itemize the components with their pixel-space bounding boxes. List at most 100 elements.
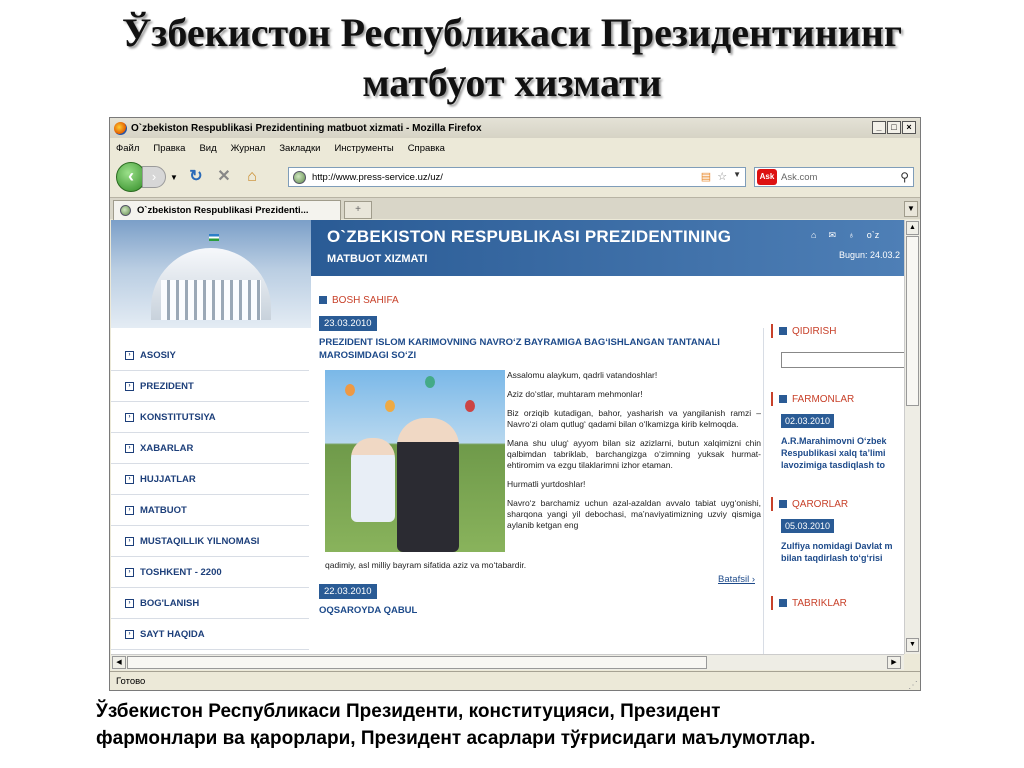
nav-item-matbuot[interactable]: › MATBUOT bbox=[111, 495, 309, 526]
person-figure bbox=[397, 418, 459, 552]
resize-grip-icon[interactable]: ⋰ bbox=[908, 676, 918, 690]
farmonlar-line[interactable]: Respublikasi xalq ta’limi bbox=[781, 447, 904, 459]
url-dropdown-icon[interactable]: ▼ bbox=[733, 170, 741, 183]
home-icon[interactable]: ⌂ bbox=[811, 230, 816, 241]
reload-icon[interactable]: ↻ bbox=[184, 166, 208, 188]
nav-item-boglanish[interactable]: › BOG'LANISH bbox=[111, 588, 309, 619]
nav-label[interactable]: PREZIDENT bbox=[140, 381, 194, 392]
menu-bar: Файл Правка Вид Журнал Закладки Инструме… bbox=[110, 139, 920, 157]
tab-active[interactable]: O`zbekiston Respublikasi Prezidenti... bbox=[113, 200, 341, 220]
tab-bar: O`zbekiston Respublikasi Prezidenti... +… bbox=[110, 197, 920, 220]
horizontal-scrollbar[interactable]: ◀ ▶ bbox=[111, 654, 904, 670]
menu-bookmarks[interactable]: Закладки bbox=[279, 143, 320, 154]
close-button[interactable]: × bbox=[902, 121, 916, 134]
nav-item-toshkent[interactable]: › TOSHKENT - 2200 bbox=[111, 557, 309, 588]
nav-label[interactable]: HUJJATLAR bbox=[140, 474, 196, 485]
farmonlar-link[interactable]: A.R.Marahimovni O‘zbek Respublikasi xalq… bbox=[781, 435, 904, 471]
farmonlar-line[interactable]: lavozimiga tasdiqlash to bbox=[781, 459, 904, 471]
arrow-icon: › bbox=[125, 474, 134, 484]
menu-tools[interactable]: Инструменты bbox=[334, 143, 393, 154]
palace-image bbox=[111, 220, 311, 328]
qarorlar-line[interactable]: bilan taqdirlash to‘g‘risi bbox=[781, 552, 904, 564]
child-figure bbox=[351, 438, 395, 522]
section-label[interactable]: TABRIKLAR bbox=[792, 598, 847, 609]
nav-label[interactable]: MUSTAQILLIK YILNOMASI bbox=[140, 536, 259, 547]
vertical-scroll-thumb[interactable] bbox=[906, 236, 919, 406]
site-search-input[interactable] bbox=[781, 352, 904, 368]
new-tab-button[interactable]: + bbox=[344, 201, 372, 219]
tab-favicon-icon bbox=[120, 205, 131, 216]
news-headline[interactable]: OQSAROYDA QABUL bbox=[319, 604, 759, 617]
window-title: O`zbekiston Respublikasi Prezidentining … bbox=[131, 122, 482, 134]
nav-label[interactable]: MATBUOT bbox=[140, 505, 187, 516]
balloon-shape bbox=[465, 400, 475, 412]
nav-label[interactable]: XABARLAR bbox=[140, 443, 193, 454]
stop-icon[interactable]: ✕ bbox=[212, 166, 236, 188]
scroll-right-arrow[interactable]: ▶ bbox=[887, 656, 901, 669]
arrow-icon: › bbox=[125, 598, 134, 608]
nav-item-sayt-haqida[interactable]: › SAYT HAQIDA bbox=[111, 619, 309, 650]
menu-edit[interactable]: Правка bbox=[153, 143, 185, 154]
history-dropdown-icon[interactable]: ▼ bbox=[170, 173, 178, 182]
home-icon[interactable]: ⌂ bbox=[240, 166, 264, 188]
vertical-scrollbar[interactable]: ▲ ▼ bbox=[904, 220, 920, 654]
search-icon[interactable]: ⚲ bbox=[900, 170, 909, 184]
arrow-icon: › bbox=[125, 443, 134, 453]
main-column: BOSH SAHIFA 23.03.2010 PREZIDENT ISLOM K… bbox=[319, 284, 761, 617]
qarorlar-date: 05.03.2010 bbox=[781, 519, 835, 533]
farmonlar-date: 02.03.2010 bbox=[781, 414, 835, 428]
farmonlar-line[interactable]: A.R.Marahimovni O‘zbek bbox=[781, 435, 904, 447]
news-headline[interactable]: PREZIDENT ISLOM KARIMOVNING NAVRO‘Z BAYR… bbox=[319, 336, 759, 362]
slide-caption: Ўзбекистон Республикаси Президенти, конс… bbox=[96, 698, 976, 752]
nav-item-prezident[interactable]: › PREZIDENT bbox=[111, 371, 309, 402]
forward-button[interactable]: › bbox=[142, 166, 166, 188]
search-input[interactable]: Ask.com bbox=[781, 172, 817, 183]
url-bar[interactable]: http://www.press-service.uz/uz/ ▤ ☆ ▼ bbox=[288, 167, 746, 187]
menu-file[interactable]: Файл bbox=[116, 143, 139, 154]
section-label[interactable]: QARORLAR bbox=[792, 499, 848, 510]
qarorlar-link[interactable]: Zulfiya nomidagi Davlat m bilan taqdirla… bbox=[781, 540, 904, 564]
nav-label[interactable]: KONSTITUTSIYA bbox=[140, 412, 216, 423]
nav-item-konstitutsiya[interactable]: › KONSTITUTSIYA bbox=[111, 402, 309, 433]
ask-engine-icon[interactable]: Ask bbox=[757, 169, 777, 185]
nav-item-hujjatlar[interactable]: › HUJJATLAR bbox=[111, 464, 309, 495]
tab-list-dropdown[interactable]: ▼ bbox=[904, 201, 918, 217]
mail-icon[interactable]: ✉ bbox=[828, 230, 836, 241]
nav-item-xabarlar[interactable]: › XABARLAR bbox=[111, 433, 309, 464]
nav-label[interactable]: ASOSIY bbox=[140, 350, 176, 361]
nav-label[interactable]: TOSHKENT - 2200 bbox=[140, 567, 222, 578]
minimize-button[interactable]: _ bbox=[872, 121, 886, 134]
menu-history[interactable]: Журнал bbox=[231, 143, 266, 154]
nav-label[interactable]: SAYT HAQIDA bbox=[140, 629, 205, 640]
nav-item-mustaqillik[interactable]: › MUSTAQILLIK YILNOMASI bbox=[111, 526, 309, 557]
firefox-window: O`zbekiston Respublikasi Prezidentining … bbox=[109, 117, 921, 691]
horizontal-scroll-thumb[interactable] bbox=[127, 656, 707, 669]
bookmark-star-icon[interactable]: ☆ bbox=[717, 170, 727, 183]
breadcrumb-label[interactable]: BOSH SAHIFA bbox=[332, 295, 399, 306]
square-icon bbox=[779, 599, 787, 607]
qarorlar-line[interactable]: Zulfiya nomidagi Davlat m bbox=[781, 540, 904, 552]
section-label[interactable]: FARMONLAR bbox=[792, 394, 854, 405]
scroll-up-arrow[interactable]: ▲ bbox=[906, 221, 919, 235]
news-paragraph-tail: qadimiy, asl milliy bayram sifatida aziz… bbox=[325, 560, 527, 570]
menu-view[interactable]: Вид bbox=[199, 143, 216, 154]
lang-switch[interactable]: o`z bbox=[867, 230, 880, 241]
site-identity-icon[interactable] bbox=[293, 170, 306, 184]
tabriklar-section-title: TABRIKLAR bbox=[771, 596, 904, 610]
status-text: Готово bbox=[116, 676, 146, 687]
slide-title: Ўзбекистон Республикаси Президентининг м… bbox=[40, 8, 984, 108]
read-more-link[interactable]: Batafsil › bbox=[718, 574, 755, 585]
menu-help[interactable]: Справка bbox=[408, 143, 445, 154]
sitemap-icon[interactable]: ♁ bbox=[848, 230, 855, 241]
news-paragraph: Aziz do‘stlar, muhtaram mehmonlar! bbox=[507, 389, 643, 399]
tab-label[interactable]: O`zbekiston Respublikasi Prezidenti... bbox=[137, 205, 309, 216]
nav-label[interactable]: BOG'LANISH bbox=[140, 598, 199, 609]
url-text[interactable]: http://www.press-service.uz/uz/ bbox=[312, 172, 443, 183]
search-bar[interactable]: Ask Ask.com ⚲ bbox=[754, 167, 914, 187]
scroll-down-arrow[interactable]: ▼ bbox=[906, 638, 919, 652]
scroll-left-arrow[interactable]: ◀ bbox=[112, 656, 126, 669]
slide-title-line1: Ўзбекистон Республикаси Президентининг bbox=[121, 10, 903, 55]
rss-icon[interactable]: ▤ bbox=[701, 170, 711, 183]
nav-item-asosiy[interactable]: › ASOSIY bbox=[111, 340, 309, 371]
maximize-button[interactable]: □ bbox=[887, 121, 901, 134]
